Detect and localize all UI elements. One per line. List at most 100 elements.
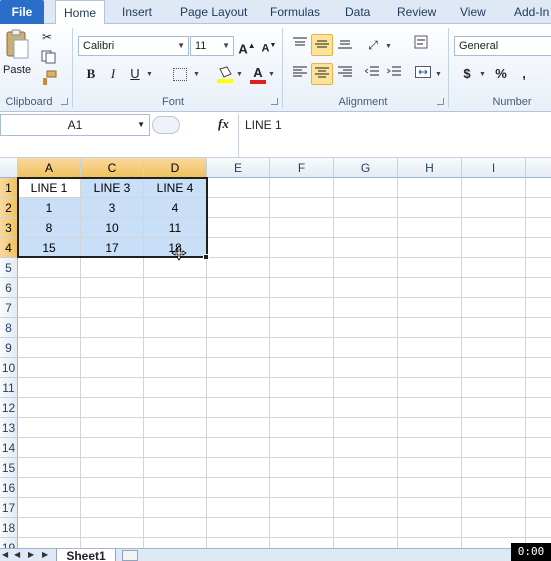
row-header[interactable]: 12 [0,398,18,418]
tab-review[interactable]: Review [397,0,436,24]
cell[interactable] [270,198,334,218]
cell[interactable] [144,398,207,418]
column-header-e[interactable]: E [207,158,270,178]
row-header[interactable]: 15 [0,458,18,478]
cell[interactable] [270,398,334,418]
cell[interactable]: 10 [81,218,144,238]
cell[interactable] [207,358,270,378]
cell[interactable] [144,418,207,438]
cell[interactable] [462,438,526,458]
cell[interactable] [18,418,81,438]
cell[interactable] [144,518,207,538]
formula-bar-splitter[interactable] [152,116,180,134]
cell[interactable] [144,438,207,458]
prev-sheet-icon[interactable]: ◀ [14,550,20,559]
column-header-i[interactable]: I [462,158,526,178]
cell[interactable] [207,478,270,498]
cell[interactable] [18,518,81,538]
column-header-h[interactable]: H [398,158,462,178]
cell[interactable] [462,338,526,358]
tab-insert[interactable]: Insert [122,0,152,24]
cell[interactable] [18,438,81,458]
cell[interactable] [81,478,144,498]
cell[interactable] [144,538,207,548]
cell[interactable] [526,458,551,478]
cell[interactable] [334,178,398,198]
chevron-down-icon[interactable]: ▼ [435,71,442,78]
cell[interactable] [398,438,462,458]
row-header[interactable]: 18 [0,518,18,538]
cell[interactable] [270,218,334,238]
cell[interactable] [398,378,462,398]
cell[interactable] [398,398,462,418]
cell[interactable]: LINE 1 [18,178,81,198]
cell[interactable] [334,438,398,458]
cell[interactable] [18,338,81,358]
row-header[interactable]: 11 [0,378,18,398]
cell[interactable] [144,358,207,378]
number-format-combo[interactable]: General [454,36,551,56]
cell[interactable] [18,298,81,318]
orientation-icon[interactable]: ⤢ [362,34,384,56]
cell[interactable] [334,518,398,538]
cell[interactable] [398,258,462,278]
cell[interactable] [270,518,334,538]
paste-icon[interactable] [4,28,30,62]
column-header-a[interactable]: A [18,158,81,178]
cell[interactable] [207,418,270,438]
cell[interactable] [334,398,398,418]
cell[interactable]: 17 [81,238,144,258]
cell[interactable] [462,218,526,238]
cell[interactable] [462,238,526,258]
cell[interactable] [81,438,144,458]
borders-icon[interactable] [173,68,187,81]
cell[interactable] [334,278,398,298]
cell[interactable] [462,298,526,318]
cell[interactable] [270,378,334,398]
cell[interactable] [81,538,144,548]
grow-font-icon[interactable]: A▲ [236,35,258,57]
align-top-icon[interactable] [289,34,311,56]
cell[interactable] [526,218,551,238]
cell[interactable] [398,218,462,238]
cell[interactable] [334,458,398,478]
cell[interactable] [207,498,270,518]
cell[interactable] [18,498,81,518]
chevron-down-icon[interactable]: ▼ [146,71,153,78]
select-all-corner[interactable] [0,158,18,178]
tab-view[interactable]: View [460,0,486,24]
cell[interactable] [207,378,270,398]
row-header[interactable]: 8 [0,318,18,338]
tab-home[interactable]: Home [55,0,105,25]
tab-file[interactable]: File [0,0,44,24]
row-header[interactable]: 6 [0,278,18,298]
cell[interactable]: 3 [81,198,144,218]
cell[interactable] [207,178,270,198]
chevron-down-icon[interactable]: ▼ [268,71,275,78]
cell[interactable] [462,518,526,538]
paste-button-label[interactable]: Paste [3,64,31,76]
row-header[interactable]: 13 [0,418,18,438]
cell[interactable] [270,538,334,548]
cell[interactable] [18,538,81,548]
cell[interactable] [526,318,551,338]
merge-icon[interactable] [412,63,434,85]
cell[interactable] [270,438,334,458]
cell[interactable] [462,478,526,498]
cell[interactable]: 4 [144,198,207,218]
cell[interactable] [81,378,144,398]
next-sheet-icon[interactable]: ▶ [28,550,34,559]
cell[interactable] [81,358,144,378]
cell[interactable] [398,458,462,478]
cell[interactable] [398,418,462,438]
name-box[interactable]: A1 ▼ [0,114,150,136]
font-name-combo[interactable]: Calibri ▼ [78,36,189,56]
cell[interactable]: LINE 3 [81,178,144,198]
cell[interactable] [144,278,207,298]
cell[interactable] [526,518,551,538]
cell[interactable] [270,178,334,198]
cell[interactable] [526,358,551,378]
tab-add-in[interactable]: Add-In [514,0,549,24]
cell[interactable] [18,358,81,378]
column-header-partial[interactable] [526,158,551,178]
